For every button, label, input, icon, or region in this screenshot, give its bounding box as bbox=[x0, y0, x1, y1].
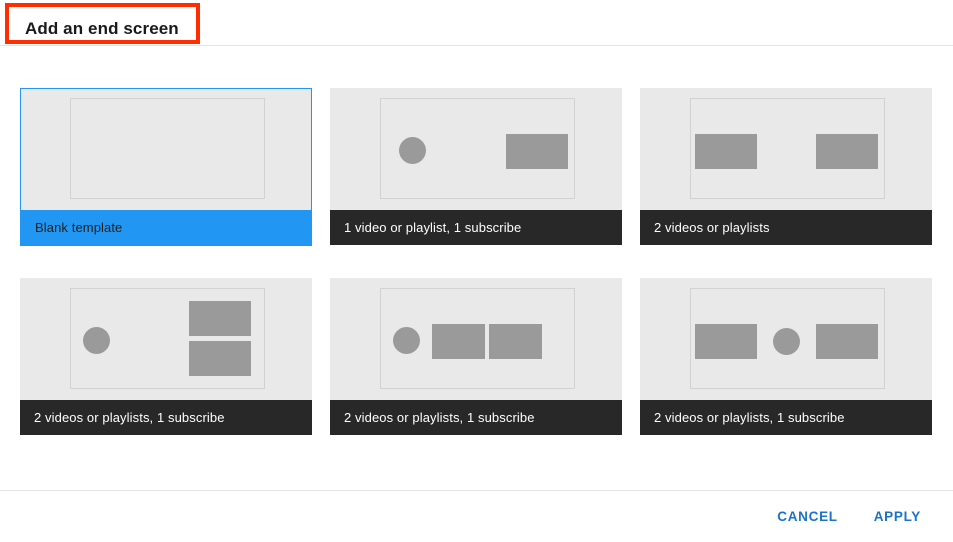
subscribe-element-icon bbox=[773, 328, 800, 355]
template-label: Blank template bbox=[35, 220, 123, 235]
template-card[interactable]: 2 videos or playlists, 1 subscribe bbox=[20, 278, 312, 435]
template-preview bbox=[330, 278, 622, 400]
template-label-bar: Blank template bbox=[21, 210, 311, 245]
cancel-button[interactable]: CANCEL bbox=[767, 501, 847, 532]
video-element-icon bbox=[506, 134, 568, 169]
preview-frame bbox=[690, 288, 885, 389]
template-label-bar: 2 videos or playlists, 1 subscribe bbox=[330, 400, 622, 435]
subscribe-element-icon bbox=[393, 327, 420, 354]
template-label-bar: 2 videos or playlists, 1 subscribe bbox=[640, 400, 932, 435]
template-grid: Blank template 1 video or playlist, 1 sub… bbox=[20, 88, 933, 435]
template-label: 2 videos or playlists, 1 subscribe bbox=[654, 410, 845, 425]
template-preview bbox=[330, 88, 622, 210]
template-label-bar: 2 videos or playlists, 1 subscribe bbox=[20, 400, 312, 435]
subscribe-element-icon bbox=[83, 327, 110, 354]
template-label: 2 videos or playlists, 1 subscribe bbox=[344, 410, 535, 425]
template-label: 1 video or playlist, 1 subscribe bbox=[344, 220, 522, 235]
template-card[interactable]: 2 videos or playlists, 1 subscribe bbox=[640, 278, 932, 435]
template-preview bbox=[20, 278, 312, 400]
video-element-icon bbox=[816, 324, 878, 359]
apply-button[interactable]: APPLY bbox=[864, 501, 931, 532]
video-element-icon bbox=[189, 341, 251, 376]
preview-frame bbox=[690, 98, 885, 199]
video-element-icon bbox=[189, 301, 251, 336]
template-preview bbox=[21, 89, 311, 210]
dialog-header: Add an end screen bbox=[0, 0, 953, 46]
template-card[interactable]: 2 videos or playlists bbox=[640, 88, 932, 246]
preview-frame bbox=[70, 288, 265, 389]
video-element-icon bbox=[695, 324, 757, 359]
template-label-bar: 1 video or playlist, 1 subscribe bbox=[330, 210, 622, 245]
video-element-icon bbox=[816, 134, 878, 169]
template-label: 2 videos or playlists bbox=[654, 220, 770, 235]
template-preview bbox=[640, 278, 932, 400]
preview-frame bbox=[380, 98, 575, 199]
header-divider bbox=[0, 45, 953, 46]
page-title-highlight: Add an end screen bbox=[5, 3, 200, 44]
template-label: 2 videos or playlists, 1 subscribe bbox=[34, 410, 225, 425]
video-element-icon bbox=[432, 324, 485, 359]
preview-frame bbox=[380, 288, 575, 389]
template-card[interactable]: 2 videos or playlists, 1 subscribe bbox=[330, 278, 622, 435]
template-label-bar: 2 videos or playlists bbox=[640, 210, 932, 245]
template-card[interactable]: Blank template bbox=[20, 88, 312, 246]
subscribe-element-icon bbox=[399, 137, 426, 164]
template-card[interactable]: 1 video or playlist, 1 subscribe bbox=[330, 88, 622, 246]
template-preview bbox=[640, 88, 932, 210]
preview-frame bbox=[70, 98, 265, 199]
video-element-icon bbox=[489, 324, 542, 359]
dialog-footer: CANCEL APPLY bbox=[0, 491, 953, 542]
page-title: Add an end screen bbox=[25, 19, 179, 38]
video-element-icon bbox=[695, 134, 757, 169]
